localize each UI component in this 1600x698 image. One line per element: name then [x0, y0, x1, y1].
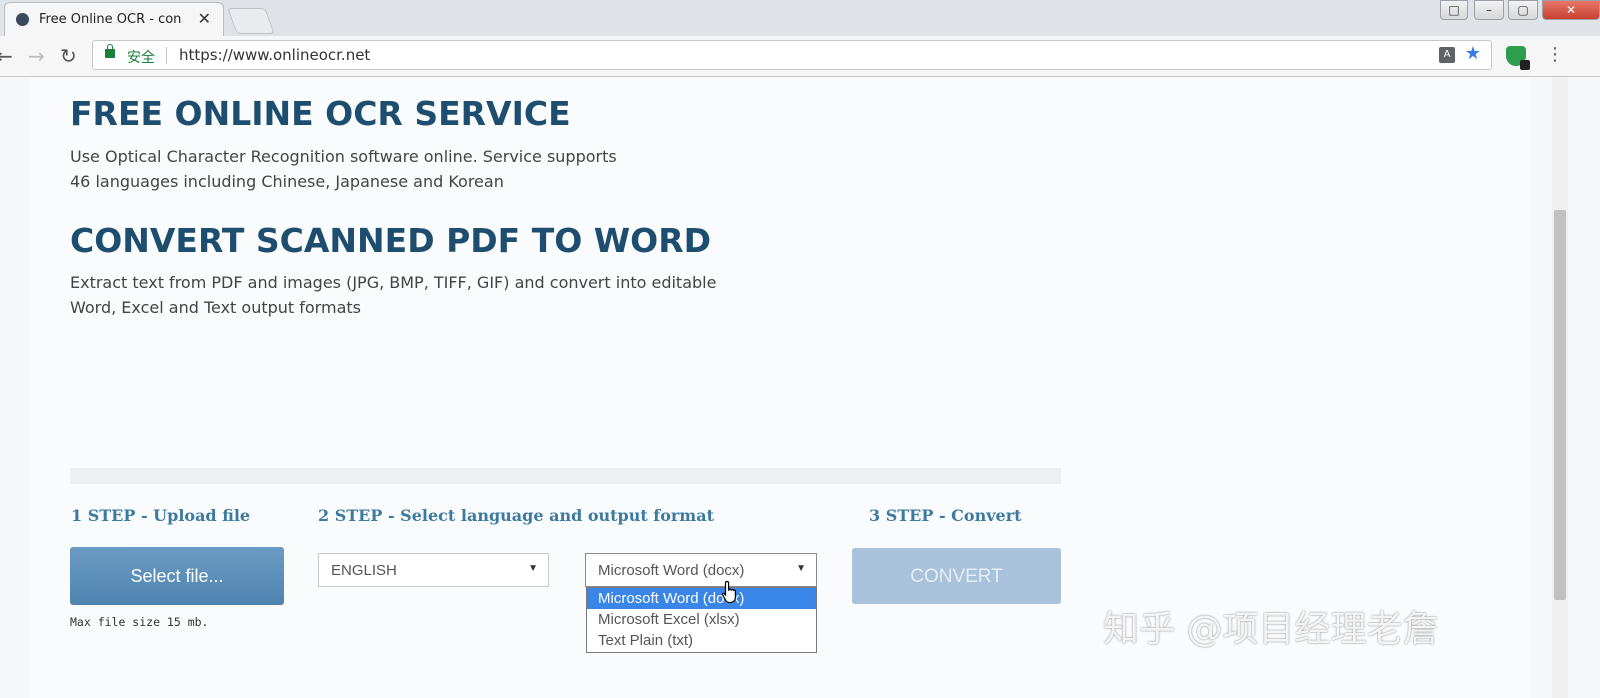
section-line-2: Word, Excel and Text output formats	[70, 297, 361, 317]
max-file-size-note: Max file size 15 mb.	[70, 615, 209, 629]
section-text: Extract text from PDF and images (JPG, B…	[70, 271, 850, 320]
scrollbar-thumb[interactable]	[1554, 210, 1566, 600]
forward-icon[interactable]: →	[28, 44, 45, 68]
close-window-button[interactable]: ✕	[1542, 0, 1600, 20]
browser-menu-icon[interactable]: ⋮	[1546, 44, 1564, 65]
language-select-value: ENGLISH	[331, 562, 397, 579]
select-file-button[interactable]: Select file...	[70, 547, 284, 605]
format-option-txt[interactable]: Text Plain (txt)	[587, 630, 816, 651]
intro-line-1: Use Optical Character Recognition softwa…	[70, 147, 617, 166]
convert-button[interactable]: CONVERT	[852, 548, 1061, 604]
section-line-1: Extract text from PDF and images (JPG, B…	[70, 273, 717, 292]
chevron-down-icon: ▼	[528, 563, 538, 574]
minimize-button[interactable]: –	[1474, 0, 1504, 20]
language-select[interactable]: ENGLISH ▼	[318, 553, 549, 587]
step-1-label: 1 STEP - Upload file	[71, 506, 251, 525]
intro-text: Use Optical Character Recognition softwa…	[70, 145, 850, 194]
translate-icon[interactable]: A	[1439, 47, 1455, 63]
address-bar[interactable]: 安全 https://www.onlineocr.net A ★	[92, 40, 1492, 70]
divider-bar	[70, 468, 1061, 484]
step-2-label: 2 STEP - Select language and output form…	[318, 506, 714, 525]
new-tab-button[interactable]	[227, 8, 275, 34]
address-divider	[166, 47, 167, 64]
chevron-down-icon: ▼	[796, 563, 806, 574]
reload-icon[interactable]: ↻	[60, 44, 77, 68]
format-select-value: Microsoft Word (docx)	[598, 562, 745, 579]
site-favicon-icon	[16, 13, 29, 26]
intro-line-2: 46 languages including Chinese, Japanese…	[70, 171, 504, 191]
browser-toolbar: ← → ↻ 安全 https://www.onlineocr.net A ★ ⋮	[0, 36, 1600, 77]
browser-tab[interactable]: Free Online OCR - con ✕	[4, 2, 224, 36]
page-title: FREE ONLINE OCR SERVICE	[70, 94, 571, 133]
lock-icon	[105, 44, 115, 58]
url-text[interactable]: https://www.onlineocr.net	[179, 46, 370, 64]
step-3-label: 3 STEP - Convert	[869, 506, 1022, 525]
bookmark-star-icon[interactable]: ★	[1465, 43, 1481, 64]
tab-bar: Free Online OCR - con ✕ □ – ▢ ✕	[0, 0, 1600, 36]
extension-shield-icon[interactable]	[1506, 46, 1530, 70]
watermark-text: 知乎 @项目经理老詹	[1103, 609, 1439, 650]
format-option-xlsx[interactable]: Microsoft Excel (xlsx)	[587, 609, 816, 630]
hand-cursor-icon	[721, 580, 736, 604]
back-icon[interactable]: ←	[0, 44, 13, 68]
secure-label: 安全	[127, 50, 155, 66]
format-option-docx[interactable]: Microsoft Word (docx)	[587, 588, 816, 609]
format-select[interactable]: Microsoft Word (docx) ▼	[585, 553, 817, 587]
section-title: CONVERT SCANNED PDF TO WORD	[70, 221, 712, 260]
maximize-button[interactable]: ▢	[1508, 0, 1538, 20]
format-dropdown-list: Microsoft Word (docx) Microsoft Excel (x…	[586, 587, 817, 653]
tab-close-icon[interactable]: ✕	[198, 9, 211, 28]
profile-button[interactable]: □	[1440, 0, 1468, 20]
tab-title: Free Online OCR - con	[39, 12, 182, 27]
